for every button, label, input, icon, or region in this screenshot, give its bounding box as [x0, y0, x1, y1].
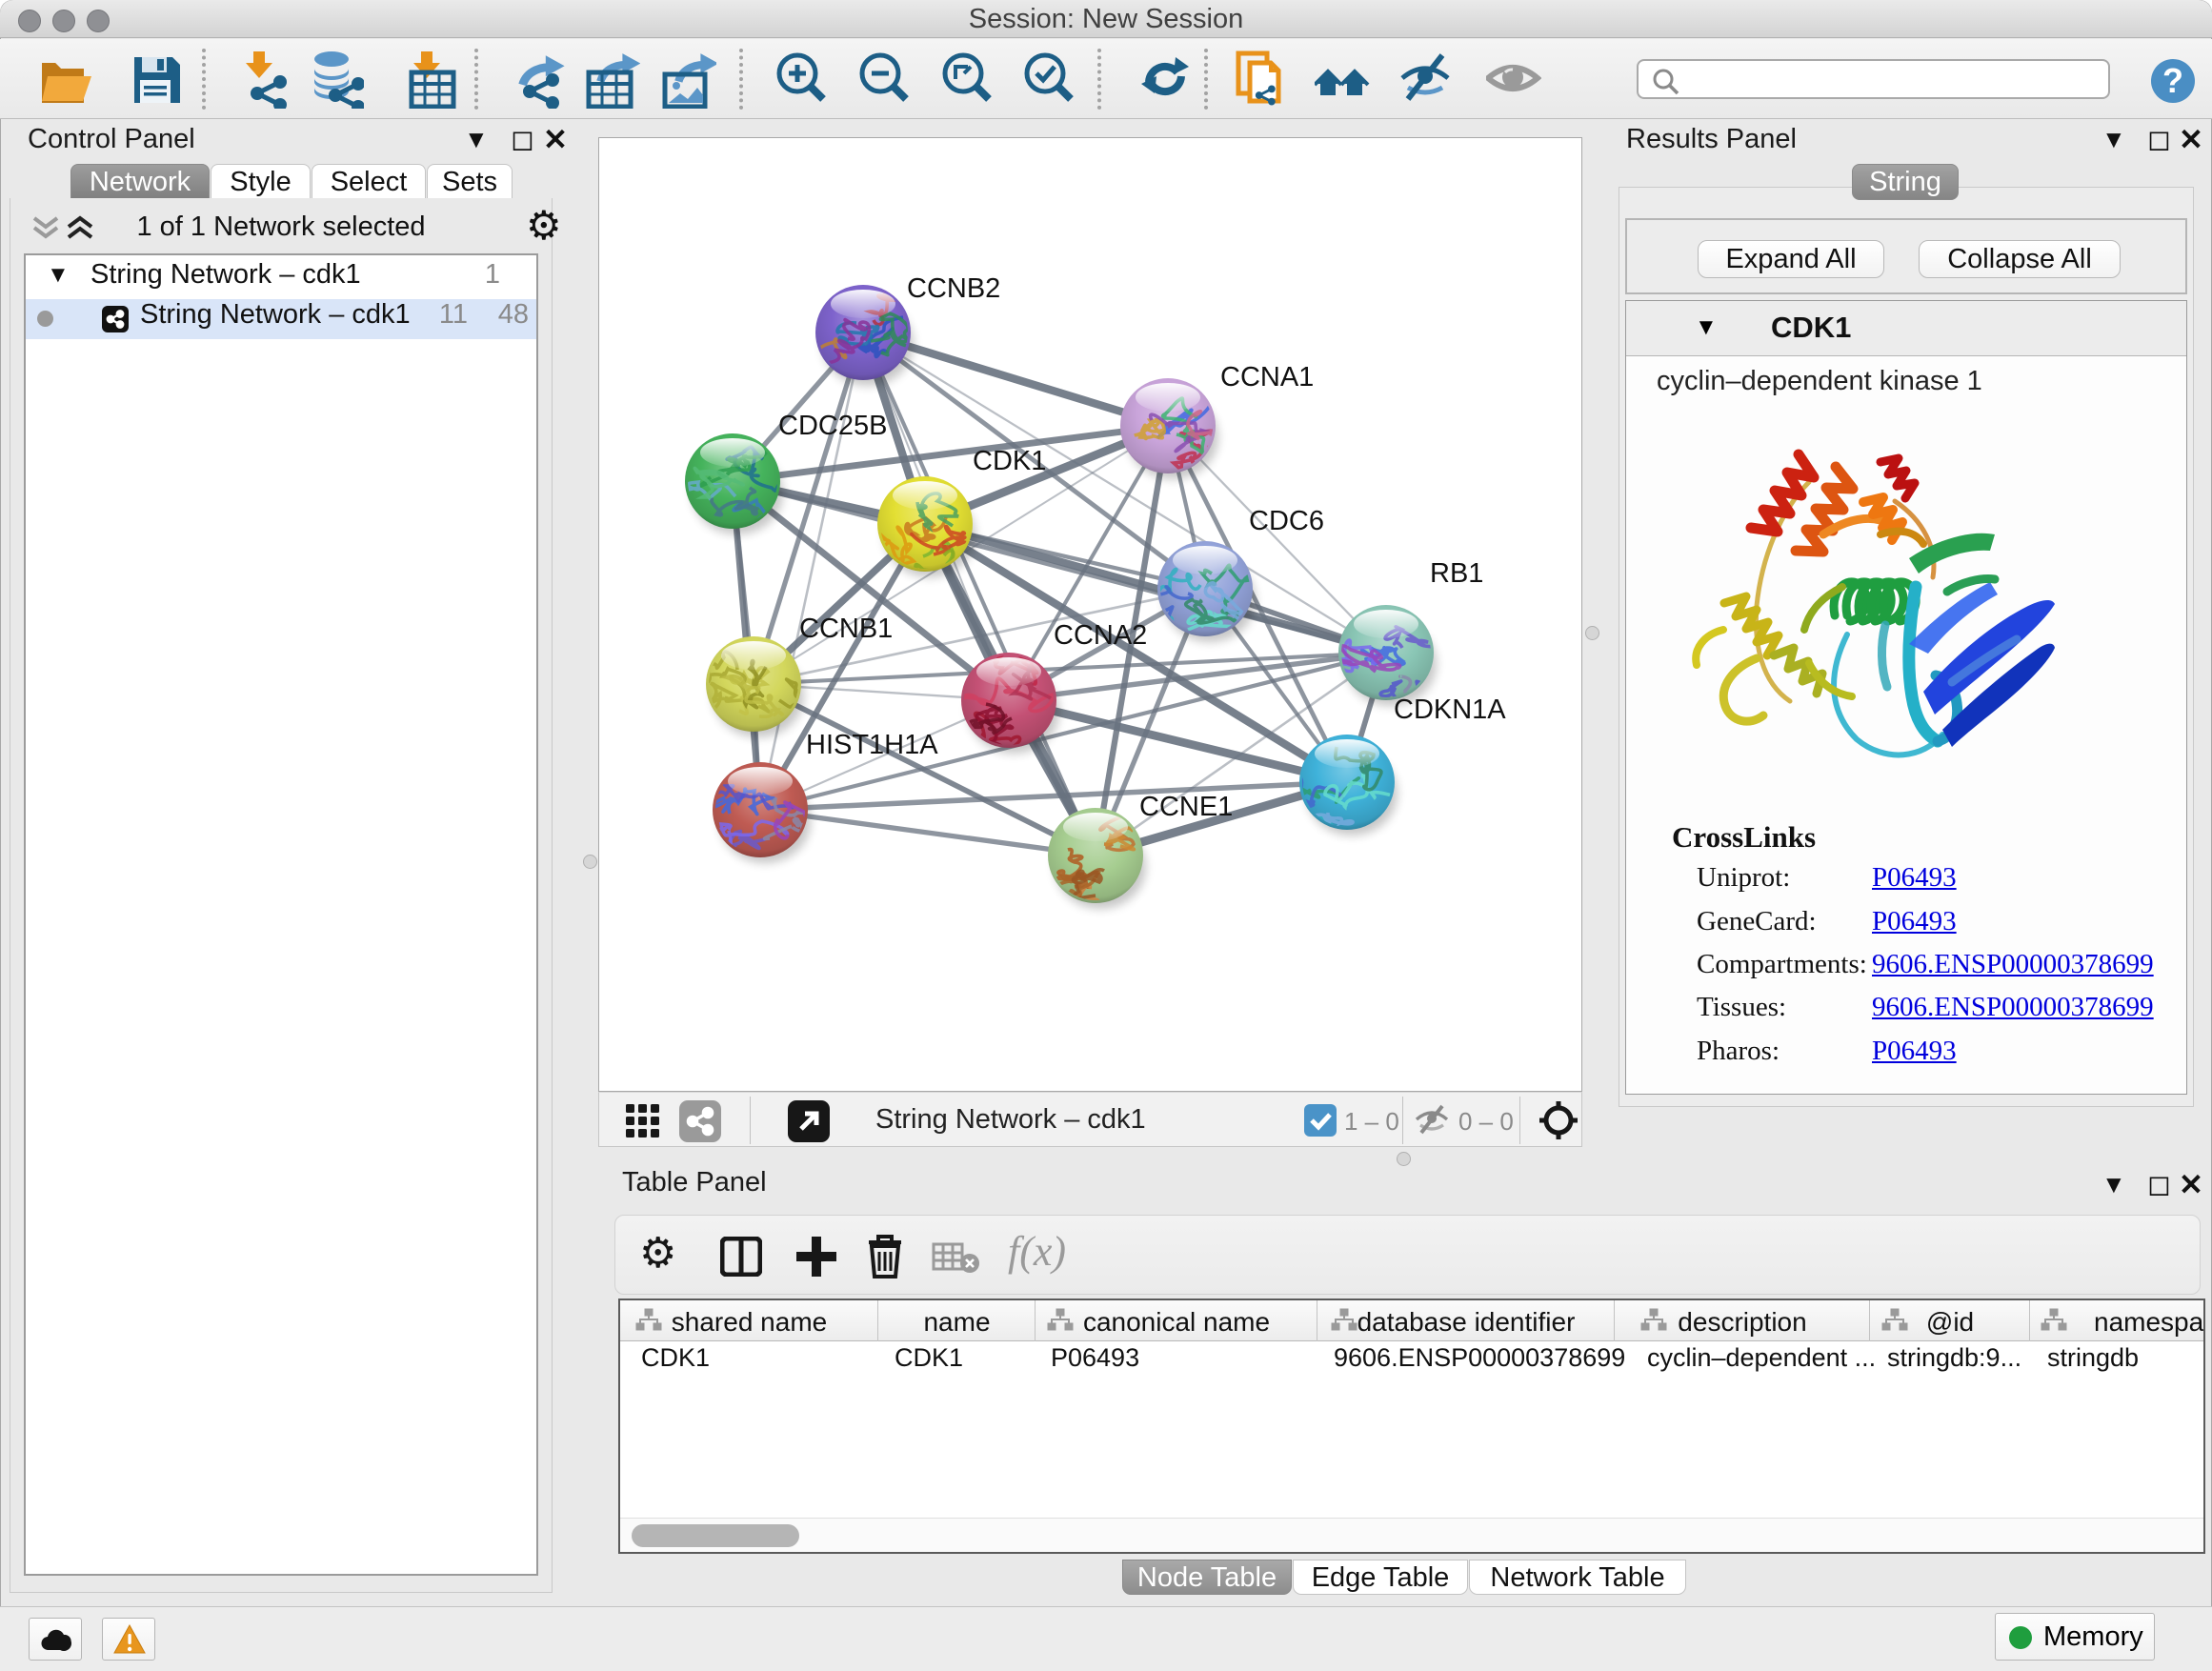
svg-text:RB1: RB1 [1430, 558, 1483, 589]
svg-text:CDKN1A: CDKN1A [1394, 695, 1506, 725]
svg-text:CCNA2: CCNA2 [1054, 620, 1147, 651]
svg-text:HIST1H1A: HIST1H1A [806, 730, 938, 760]
svg-text:CCNB1: CCNB1 [799, 614, 893, 644]
svg-text:CCNE1: CCNE1 [1139, 792, 1233, 822]
svg-text:CDC6: CDC6 [1249, 506, 1324, 536]
svg-text:CDK1: CDK1 [973, 446, 1046, 476]
svg-text:CDC25B: CDC25B [778, 411, 887, 441]
svg-text:CCNA1: CCNA1 [1220, 362, 1314, 393]
svg-text:CCNB2: CCNB2 [907, 273, 1000, 304]
